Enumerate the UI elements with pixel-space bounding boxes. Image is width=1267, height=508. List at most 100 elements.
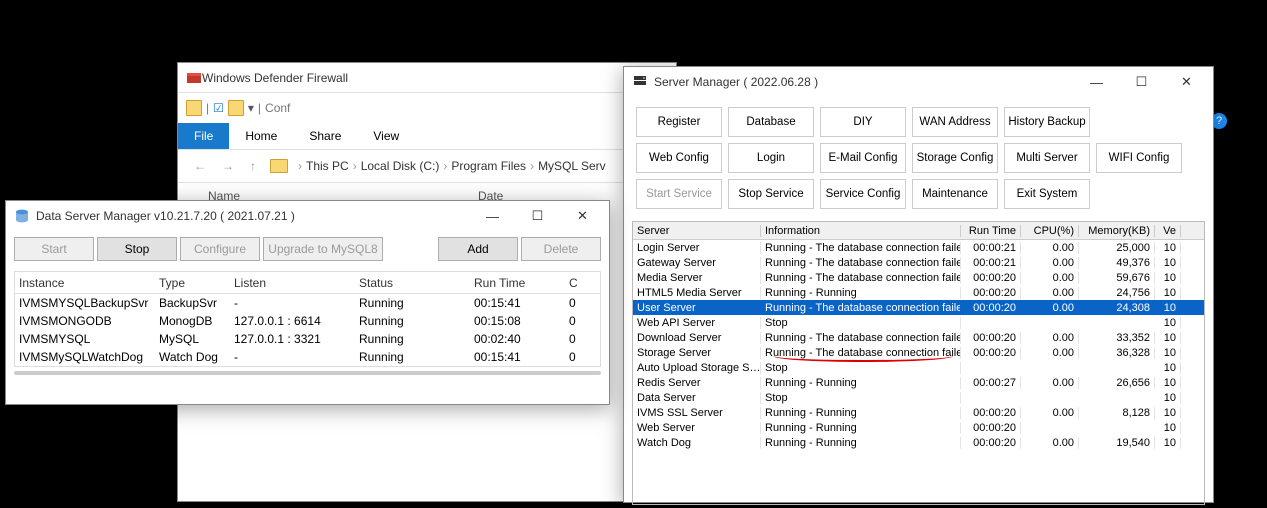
start-button[interactable]: Start [14, 237, 94, 261]
cell-server: Web Server [633, 422, 761, 434]
database-button[interactable]: Database [728, 107, 814, 137]
check-icon[interactable]: ☑ [213, 101, 224, 115]
email-config-button[interactable]: E-Mail Config [820, 143, 906, 173]
cell-ve: 10 [1155, 347, 1181, 359]
web-config-button[interactable]: Web Config [636, 143, 722, 173]
firewall-titlebar[interactable]: Windows Defender Firewall [178, 63, 676, 93]
delete-button[interactable]: Delete [521, 237, 601, 261]
exit-system-button[interactable]: Exit System [1004, 179, 1090, 209]
cell-ve: 10 [1155, 302, 1181, 314]
close-button[interactable]: ✕ [1164, 68, 1209, 97]
table-row[interactable]: Login Server Running - The database conn… [633, 240, 1204, 255]
chevron-right-icon[interactable]: › [443, 159, 447, 173]
table-row[interactable]: Web Server Running - Running 00:00:20 10 [633, 420, 1204, 435]
chevron-right-icon[interactable]: › [298, 159, 302, 173]
stop-service-button[interactable]: Stop Service [728, 179, 814, 209]
table-row[interactable]: Data Server Stop 10 [633, 390, 1204, 405]
table-row[interactable]: Gateway Server Running - The database co… [633, 255, 1204, 270]
sm-title: Server Manager ( 2022.06.28 ) [654, 75, 1074, 89]
upgrade-button[interactable]: Upgrade to MySQL8 [263, 237, 383, 261]
cell-cpu: 0 [565, 296, 595, 310]
tab-home[interactable]: Home [229, 123, 293, 149]
add-button[interactable]: Add [438, 237, 518, 261]
col-ve[interactable]: Ve [1155, 225, 1181, 237]
table-row[interactable]: Web API Server Stop 10 [633, 315, 1204, 330]
chevron-right-icon[interactable]: › [353, 159, 357, 173]
col-type[interactable]: Type [155, 276, 230, 290]
tab-file[interactable]: File [178, 123, 229, 149]
maintenance-button[interactable]: Maintenance [912, 179, 998, 209]
cell-server: IVMS SSL Server [633, 407, 761, 419]
table-row[interactable]: Media Server Running - The database conn… [633, 270, 1204, 285]
table-row[interactable]: Watch Dog Running - Running 00:00:20 0.0… [633, 435, 1204, 450]
table-row[interactable]: IVMSMYSQLBackupSvr BackupSvr - Running 0… [15, 294, 600, 312]
table-row[interactable]: IVMSMySQLWatchDog Watch Dog - Running 00… [15, 348, 600, 366]
cell-ve: 10 [1155, 437, 1181, 449]
sm-header-row: Server Information Run Time CPU(%) Memor… [633, 222, 1204, 240]
col-runtime[interactable]: Run Time [961, 225, 1021, 237]
cell-runtime: 00:00:27 [961, 377, 1021, 389]
qat-dropdown-icon[interactable]: ▾ [248, 101, 254, 115]
configure-button[interactable]: Configure [180, 237, 260, 261]
col-cpu[interactable]: CPU(%) [1021, 225, 1079, 237]
nav-back-icon[interactable]: ← [186, 159, 214, 173]
stop-button[interactable]: Stop [97, 237, 177, 261]
register-button[interactable]: Register [636, 107, 722, 137]
cell-info: Running - Running [761, 287, 961, 299]
folder-icon[interactable] [186, 100, 202, 116]
table-row[interactable]: Download Server Running - The database c… [633, 330, 1204, 345]
col-memory[interactable]: Memory(KB) [1079, 225, 1155, 237]
cell-info: Running - The database connection failed… [761, 272, 961, 284]
col-runtime[interactable]: Run Time [470, 276, 565, 290]
table-row[interactable]: User Server Running - The database conne… [633, 300, 1204, 315]
dsm-titlebar[interactable]: Data Server Manager v10.21.7.20 ( 2021.0… [6, 201, 609, 231]
table-row[interactable]: IVMSMYSQL MySQL 127.0.0.1 : 3321 Running… [15, 330, 600, 348]
crumb-thispc[interactable]: This PC [306, 159, 349, 173]
start-service-button[interactable]: Start Service [636, 179, 722, 209]
col-server[interactable]: Server [633, 225, 761, 237]
tab-view[interactable]: View [357, 123, 415, 149]
cell-cpu: 0.00 [1021, 302, 1079, 314]
tab-share[interactable]: Share [293, 123, 357, 149]
table-row[interactable]: IVMSMONGODB MonogDB 127.0.0.1 : 6614 Run… [15, 312, 600, 330]
table-row[interactable]: Auto Upload Storage S… Stop 10 [633, 360, 1204, 375]
cell-runtime: 00:00:20 [961, 407, 1021, 419]
col-status[interactable]: Status [355, 276, 470, 290]
cell-cpu: 0.00 [1021, 287, 1079, 299]
cell-info: Running - Running [761, 422, 961, 434]
history-backup-button[interactable]: History Backup [1004, 107, 1090, 137]
minimize-button[interactable]: ― [1074, 68, 1119, 97]
crumb-mysql[interactable]: MySQL Serv [538, 159, 606, 173]
service-config-button[interactable]: Service Config [820, 179, 906, 209]
table-row[interactable]: Redis Server Running - Running 00:00:27 … [633, 375, 1204, 390]
maximize-button[interactable]: ☐ [515, 202, 560, 231]
crumb-programfiles[interactable]: Program Files [451, 159, 526, 173]
cell-info: Running - The database connection failed… [761, 242, 961, 254]
minimize-button[interactable]: ― [470, 202, 515, 231]
cell-memory: 24,308 [1079, 302, 1155, 314]
multi-server-button[interactable]: Multi Server [1004, 143, 1090, 173]
col-information[interactable]: Information [761, 225, 961, 237]
wifi-config-button[interactable]: WIFI Config [1096, 143, 1182, 173]
chevron-right-icon[interactable]: › [530, 159, 534, 173]
folder-icon[interactable] [228, 100, 244, 116]
crumb-localdisk[interactable]: Local Disk (C:) [361, 159, 440, 173]
sm-titlebar[interactable]: Server Manager ( 2022.06.28 ) ― ☐ ✕ [624, 67, 1213, 97]
col-instance[interactable]: Instance [15, 276, 155, 290]
col-cpu[interactable]: C [565, 276, 595, 290]
nav-up-icon[interactable]: ↑ [242, 159, 264, 173]
close-button[interactable]: ✕ [560, 202, 605, 231]
table-row[interactable]: HTML5 Media Server Running - Running 00:… [633, 285, 1204, 300]
cell-runtime: 00:00:20 [961, 347, 1021, 359]
login-button[interactable]: Login [728, 143, 814, 173]
folder-icon[interactable] [270, 159, 288, 173]
cell-status: Running [355, 332, 470, 346]
dsm-hscrollbar[interactable] [14, 371, 601, 375]
diy-button[interactable]: DIY [820, 107, 906, 137]
table-row[interactable]: IVMS SSL Server Running - Running 00:00:… [633, 405, 1204, 420]
wan-address-button[interactable]: WAN Address [912, 107, 998, 137]
storage-config-button[interactable]: Storage Config [912, 143, 998, 173]
maximize-button[interactable]: ☐ [1119, 68, 1164, 97]
cell-cpu: 0.00 [1021, 437, 1079, 449]
col-listen[interactable]: Listen [230, 276, 355, 290]
